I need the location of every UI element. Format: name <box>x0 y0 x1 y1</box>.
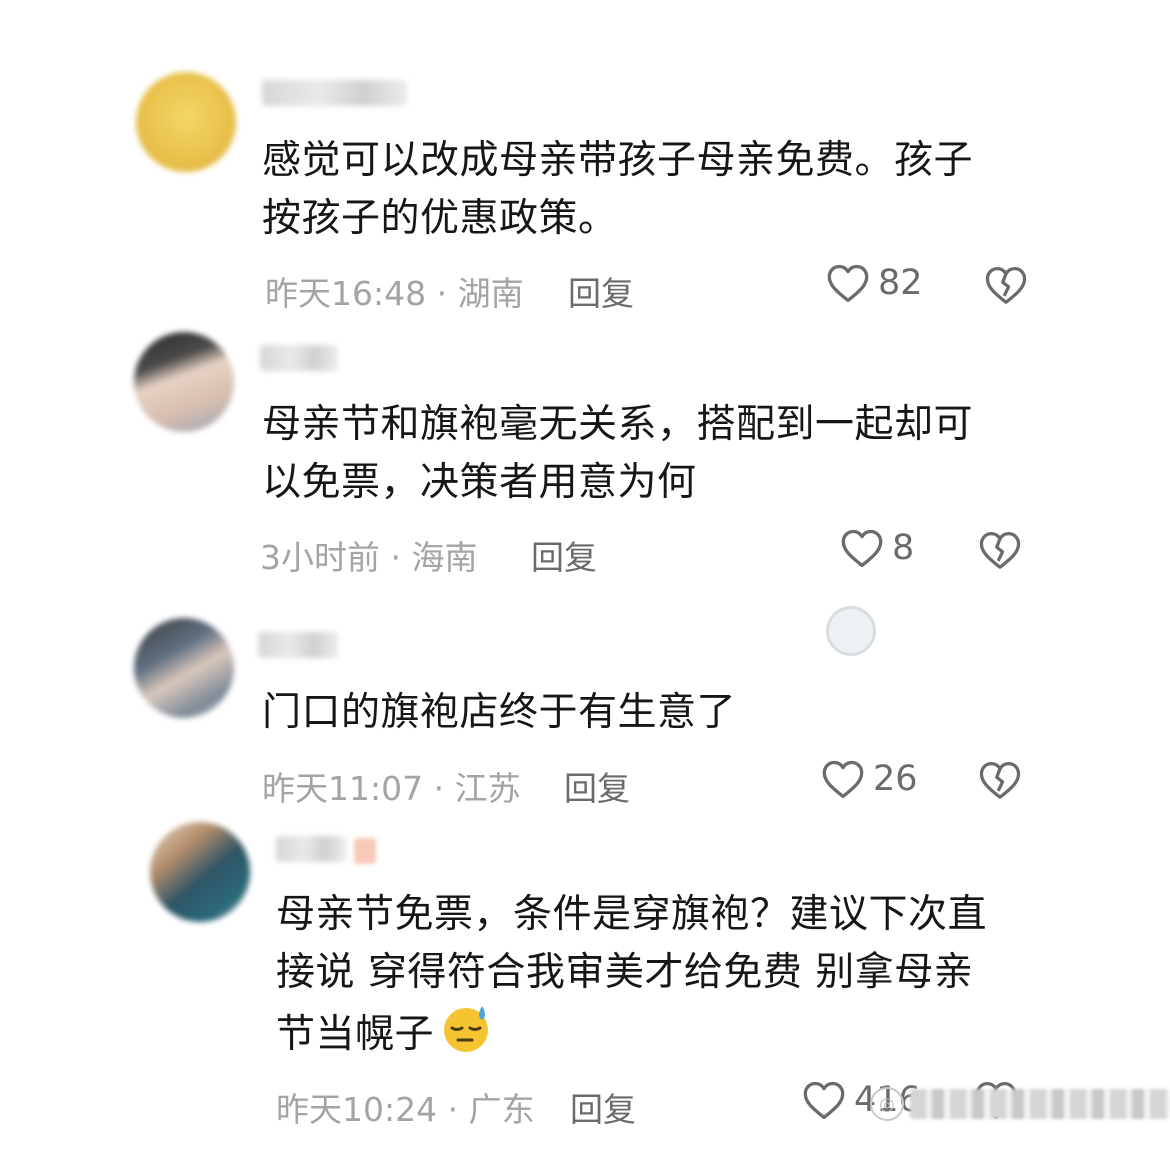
watermark-blurred-text <box>910 1089 1170 1119</box>
reply-button[interactable]: 回复 <box>564 762 630 810</box>
watermark: ◎ <box>870 1087 1170 1121</box>
nickname-blurred[interactable] <box>262 80 407 106</box>
comment-time-location: 3小时前 · 海南 <box>260 538 478 577</box>
reply-button[interactable]: 回复 <box>531 531 597 579</box>
dislike-button[interactable] <box>984 265 1028 305</box>
reply-button[interactable]: 回复 <box>568 267 634 315</box>
comment-time-location: 昨天10:24 · 广东 <box>276 1090 535 1129</box>
avatar[interactable] <box>150 822 250 922</box>
nickname-blurred[interactable] <box>260 345 338 371</box>
broken-heart-icon <box>978 530 1022 570</box>
dislike-button[interactable] <box>978 530 1022 570</box>
like-button[interactable]: 8 <box>840 527 914 569</box>
watermark-logo-icon: ◎ <box>870 1087 904 1121</box>
avatar[interactable] <box>134 618 234 718</box>
comment-text: 感觉可以改成母亲带孩子母亲免费。孩子 按孩子的优惠政策。 <box>262 138 974 241</box>
comment-text: 母亲节和旗袍毫无关系，搭配到一起却可 以免票，决策者用意为何 <box>262 402 974 505</box>
avatar[interactable] <box>136 72 236 172</box>
comment-text: 门口的旗袍店终于有生意了 <box>262 690 737 735</box>
comment-text-body: 母亲节免票，条件是穿旗袍？建议下次直 接说 穿得符合我审美才给免费 别拿母亲 节… <box>276 892 988 1057</box>
comment-time-location: 昨天11:07 · 江苏 <box>262 769 521 808</box>
comment-time-location: 昨天16:48 · 湖南 <box>265 274 524 313</box>
like-count: 26 <box>873 759 918 799</box>
sleepy-sweat-emoji <box>438 1002 494 1071</box>
heart-outline-icon <box>826 262 870 304</box>
floating-circle-button[interactable] <box>826 606 876 656</box>
like-count: 8 <box>892 528 915 568</box>
heart-outline-icon <box>821 758 865 800</box>
like-button[interactable]: 82 <box>826 262 923 304</box>
comment-text: 母亲节免票，条件是穿旗袍？建议下次直 接说 穿得符合我审美才给免费 别拿母亲 节… <box>276 886 987 1071</box>
avatar[interactable] <box>134 332 234 432</box>
heart-outline-icon <box>840 527 884 569</box>
like-button[interactable]: 26 <box>821 758 918 800</box>
nickname-blurred[interactable] <box>258 632 338 658</box>
nickname-emoji <box>354 838 376 864</box>
like-count: 82 <box>878 263 923 303</box>
nickname-blurred[interactable] <box>276 836 346 862</box>
heart-outline-icon <box>802 1079 846 1121</box>
reply-button[interactable]: 回复 <box>570 1083 636 1131</box>
broken-heart-icon <box>978 760 1022 800</box>
broken-heart-icon <box>984 265 1028 305</box>
dislike-button[interactable] <box>978 760 1022 800</box>
